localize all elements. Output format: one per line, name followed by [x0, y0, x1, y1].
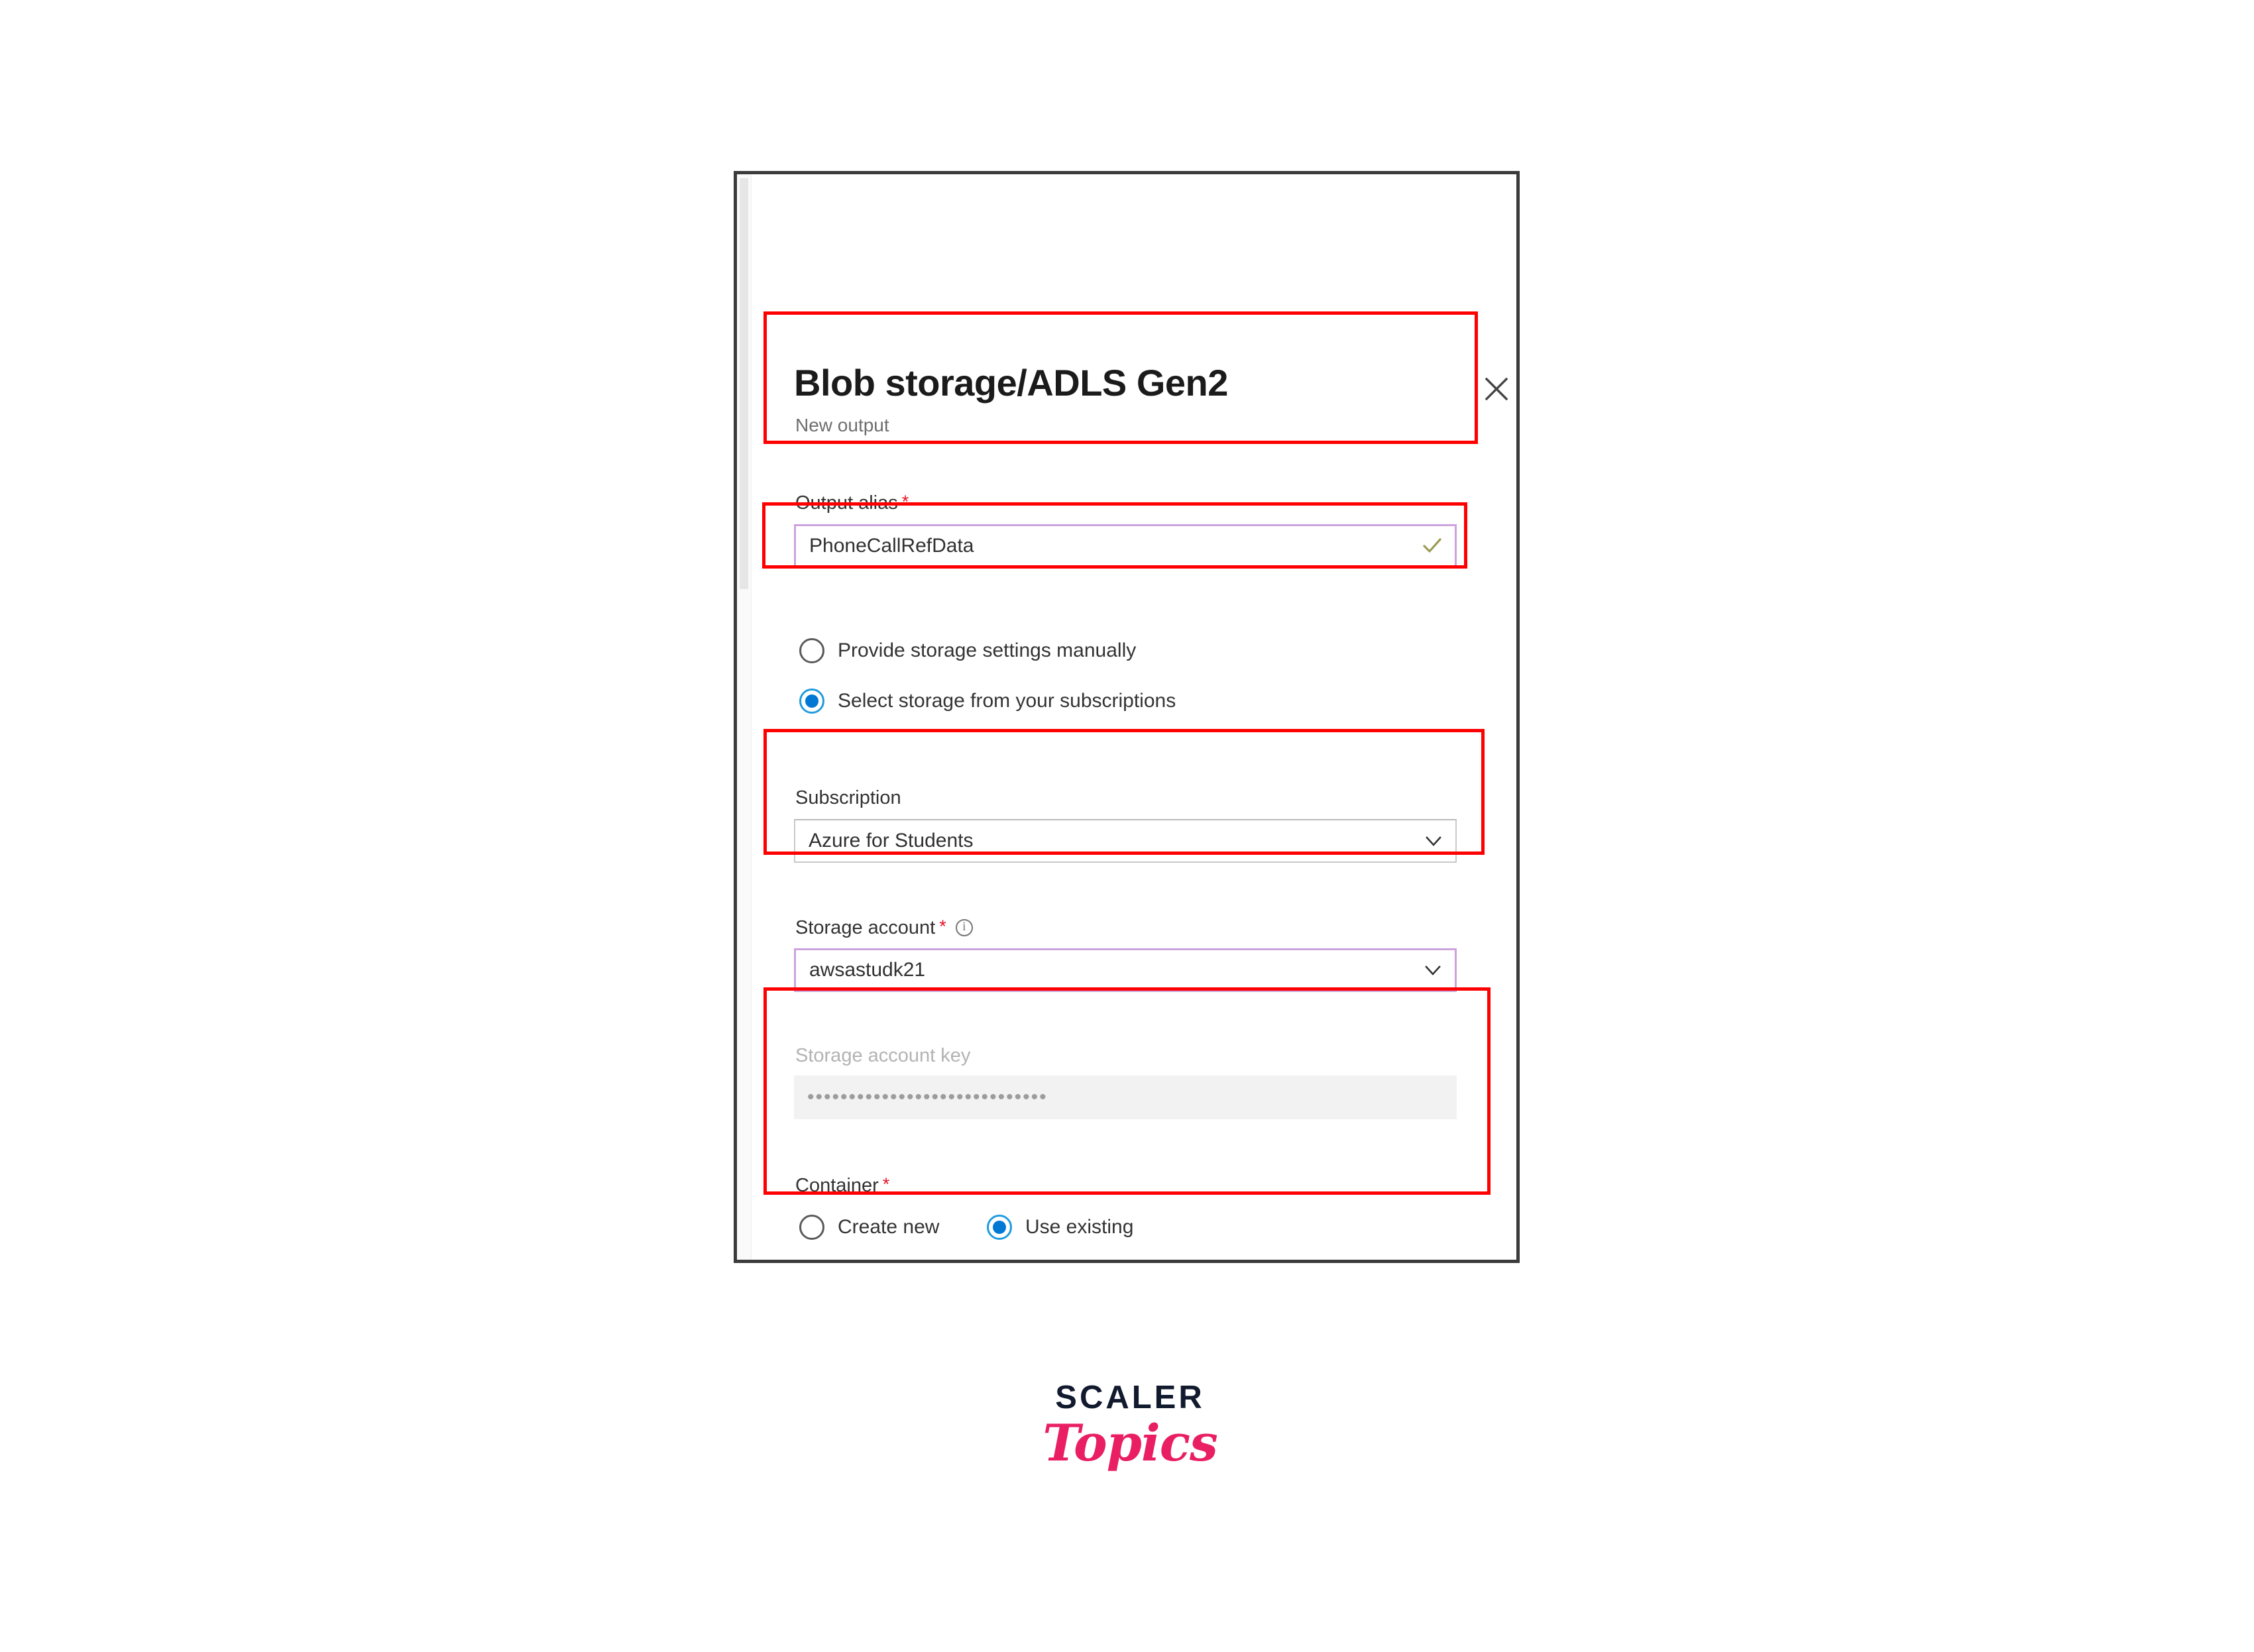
storage-account-dropdown[interactable]: awsastudk21: [794, 948, 1457, 992]
blob-storage-output-blade: Blob storage/ADLS Gen2 New output Output…: [734, 171, 1520, 1263]
page-title: Blob storage/ADLS Gen2: [794, 362, 1228, 404]
required-marker: *: [882, 1174, 890, 1194]
radio-provide-storage-manually[interactable]: Provide storage settings manually: [799, 638, 1136, 663]
blade-scrollbar-thumb[interactable]: [740, 178, 748, 589]
output-alias-value: PhoneCallRefData: [809, 535, 974, 557]
radio-icon-selected: [799, 688, 824, 714]
chevron-down-icon: [1423, 960, 1443, 980]
chevron-down-icon: [1424, 831, 1443, 851]
subscription-label: Subscription: [795, 787, 901, 808]
output-alias-label-text: Output alias: [795, 492, 898, 514]
output-alias-input[interactable]: PhoneCallRefData: [794, 524, 1457, 568]
radio-container-create-new[interactable]: Create new: [799, 1215, 939, 1240]
storage-account-key-input: •••••••••••••••••••••••••••••: [794, 1075, 1457, 1119]
required-marker: *: [939, 916, 946, 936]
subscription-dropdown[interactable]: Azure for Students: [794, 819, 1457, 863]
radio-icon-unselected: [799, 1215, 824, 1240]
logo-product-text: Topics: [1042, 1413, 1218, 1472]
page-subtitle: New output: [795, 415, 889, 435]
storage-account-key-label: Storage account key: [795, 1045, 971, 1066]
radio-container-use-existing-label: Use existing: [1025, 1216, 1134, 1238]
storage-account-label: Storage account *: [795, 918, 973, 938]
required-marker: *: [901, 492, 909, 512]
radio-icon-selected: [987, 1215, 1012, 1240]
scaler-topics-logo: SCALER Topics: [1034, 1382, 1226, 1470]
storage-account-value: awsastudk21: [809, 959, 926, 981]
container-label: Container *: [795, 1176, 889, 1195]
info-icon[interactable]: [955, 918, 973, 936]
radio-select-storage-from-subscriptions-label: Select storage from your subscriptions: [838, 690, 1176, 712]
output-alias-label: Output alias *: [795, 493, 909, 513]
blade-content: Blob storage/ADLS Gen2 New output Output…: [752, 174, 1516, 1260]
logo-brand-text: SCALER: [1055, 1380, 1205, 1415]
radio-select-storage-from-subscriptions[interactable]: Select storage from your subscriptions: [799, 688, 1176, 714]
blade-scrollbar[interactable]: [737, 174, 752, 1260]
radio-container-use-existing[interactable]: Use existing: [987, 1215, 1133, 1240]
radio-provide-storage-manually-label: Provide storage settings manually: [838, 639, 1137, 661]
radio-container-create-new-label: Create new: [838, 1216, 940, 1238]
storage-account-label-text: Storage account: [795, 917, 936, 938]
checkmark-icon: [1422, 535, 1443, 557]
radio-icon-unselected: [799, 638, 824, 663]
close-icon[interactable]: [1475, 368, 1516, 410]
subscription-value: Azure for Students: [809, 830, 974, 852]
container-label-text: Container: [795, 1175, 879, 1196]
storage-account-key-value: •••••••••••••••••••••••••••••: [807, 1086, 1048, 1108]
